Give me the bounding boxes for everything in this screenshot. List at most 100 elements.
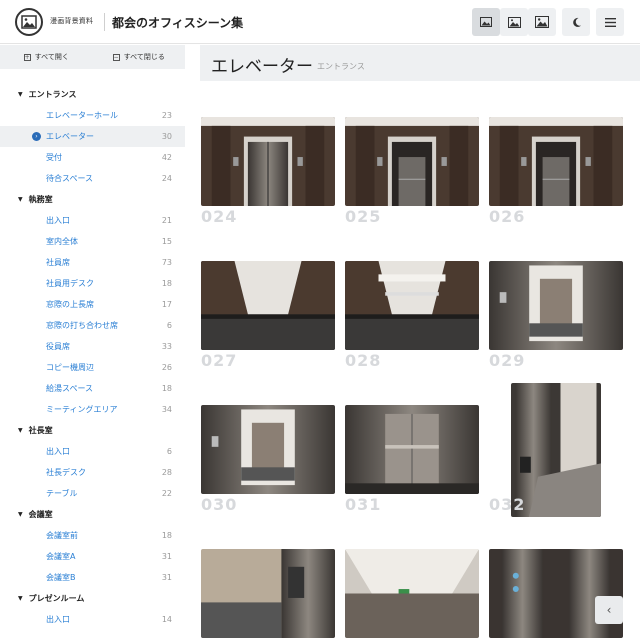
sidebar-item-count: 24 [161,174,172,183]
thumbnail-image[interactable] [345,261,479,350]
sidebar-item-label: 給湯スペース [46,384,94,393]
sidebar-item[interactable]: 会議室前 18 [0,525,185,546]
sidebar-item[interactable]: 出入口 6 [0,441,185,462]
sidebar-item-count: 18 [161,384,172,393]
sidebar-category[interactable]: ▼ エントランス [0,84,185,105]
thumbnail-number: 032 [489,495,526,514]
thumbnail-image[interactable] [201,549,335,638]
category-tree: ▼ エントランス エレベーターホール 23 › エレベーター 30 受付 42 待合スペース 24 ▼… [0,69,185,630]
sidebar-item-label: エレベーター [46,132,94,141]
thumbnail-number: 029 [489,351,526,370]
sidebar-item-count: 6 [166,447,172,456]
sidebar-item-count: 15 [161,237,172,246]
sidebar-item-label: ミーティングエリア [46,405,118,414]
thumbnail-size-small-button[interactable] [472,8,500,36]
sidebar-item-label: 出入口 [46,615,70,624]
caret-down-icon: ▼ [18,427,23,434]
sidebar-item-label: 会議室B [46,573,76,582]
thumbnail-image[interactable] [201,261,335,350]
site-logo[interactable] [15,8,43,36]
sidebar-item-label: 窓際の上長席 [46,300,94,309]
sidebar-item-count: 22 [161,489,172,498]
thumbnail-size-medium-button[interactable] [500,8,528,36]
sidebar-item[interactable]: 役員席 33 [0,336,185,357]
header-divider [104,13,105,31]
thumbnail-image[interactable] [345,549,479,638]
back-button[interactable]: ‹ [595,596,623,624]
sidebar-item[interactable]: 出入口 14 [0,609,185,630]
thumbnail-image[interactable] [489,261,623,350]
chevron-right-circle-icon: › [32,132,41,141]
sidebar-item-label: 役員席 [46,342,70,351]
thumbnail-image[interactable] [345,117,479,206]
sidebar-category[interactable]: ▼ 会議室 [0,504,185,525]
thumbnail-image[interactable] [345,405,479,494]
sidebar-item-count: 26 [161,363,172,372]
sidebar-item-label: 窓際の打ち合わせ席 [46,321,118,330]
sidebar-item[interactable]: ミーティングエリア 34 [0,399,185,420]
sidebar-item[interactable]: 待合スペース 24 [0,168,185,189]
sidebar-item[interactable]: エレベーターホール 23 [0,105,185,126]
sidebar-category-label: プレゼンルーム [28,594,85,603]
sidebar-category[interactable]: ▼ 社長室 [0,420,185,441]
sidebar-item-count: 42 [161,153,172,162]
sidebar-item[interactable]: 窓際の上長席 17 [0,294,185,315]
sidebar-category[interactable]: ▼ 執務室 [0,189,185,210]
page-breadcrumb[interactable]: エントランス [317,61,365,72]
sidebar-item[interactable]: 出入口 21 [0,210,185,231]
dark-mode-button[interactable] [562,8,590,36]
menu-button[interactable] [596,8,624,36]
sidebar-item[interactable]: 会議室B 31 [0,567,185,588]
sidebar-item-count: 23 [161,111,172,120]
image-large-icon [535,16,549,28]
sidebar-item[interactable]: 会議室A 31 [0,546,185,567]
collapse-all-button[interactable]: − すべて閉じる [93,45,186,69]
sidebar-item-label: テーブル [46,489,78,498]
sidebar-item[interactable]: › エレベーター 30 [0,126,185,147]
thumbnail-number: 028 [345,351,382,370]
sidebar-category-label: 社長室 [28,426,53,435]
sidebar-category[interactable]: ▼ プレゼンルーム [0,588,185,609]
sidebar-item-count: 33 [161,342,172,351]
sidebar-item-label: エレベーターホール [46,111,118,120]
sidebar-item[interactable]: 社長デスク 28 [0,462,185,483]
sidebar-item-count: 21 [161,216,172,225]
thumbnail-number: 025 [345,207,382,226]
sidebar-category-label: 執務室 [28,195,53,204]
expand-all-button[interactable]: + すべて開く [0,45,93,69]
sidebar-item-label: 社員席 [46,258,70,267]
sidebar-item[interactable]: 窓際の打ち合わせ席 6 [0,315,185,336]
brand-name[interactable]: 漫画背景資料 [50,16,93,26]
caret-down-icon: ▼ [18,196,23,203]
sidebar-item-count: 31 [161,552,172,561]
page-header: エレベーター エントランス [200,45,640,81]
thumbnail-image[interactable] [201,117,335,206]
expand-all-label: すべて開く [34,53,69,61]
sidebar-item[interactable]: 室内全体 15 [0,231,185,252]
collapse-all-label: すべて閉じる [123,53,165,61]
caret-down-icon: ▼ [18,91,23,98]
sidebar-item-count: 31 [161,573,172,582]
thumbnail-image[interactable] [201,405,335,494]
sidebar-item-count: 18 [161,531,172,540]
sidebar-item[interactable]: テーブル 22 [0,483,185,504]
menu-icon [604,17,616,27]
sidebar-item-count: 73 [161,258,172,267]
page-title: エレベーター [211,57,313,77]
sidebar-item-label: 出入口 [46,447,70,456]
sidebar-item[interactable]: コピー機周辺 26 [0,357,185,378]
header-bar: 漫画背景資料 都会のオフィスシーン集 [0,0,640,44]
thumbnail-image[interactable] [489,117,623,206]
sidebar-item[interactable]: 社員用デスク 18 [0,273,185,294]
sidebar-item-count: 28 [161,468,172,477]
thumbnail-size-large-button[interactable] [528,8,556,36]
sidebar-item[interactable]: 給湯スペース 18 [0,378,185,399]
site-title[interactable]: 都会のオフィスシーン集 [112,14,243,31]
sidebar-item-count: 34 [161,405,172,414]
sidebar-item[interactable]: 受付 42 [0,147,185,168]
image-logo-icon [21,15,37,29]
sidebar-item[interactable]: 社員席 73 [0,252,185,273]
caret-down-icon: ▼ [18,511,23,518]
thumbnail-image[interactable] [489,549,623,638]
image-medium-icon [507,16,521,28]
